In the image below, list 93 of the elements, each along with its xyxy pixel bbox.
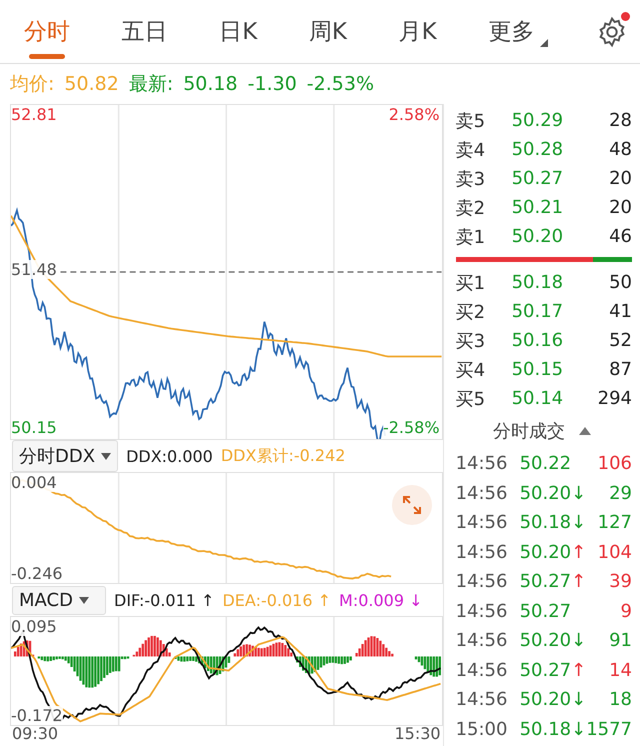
- trade-volume: 127: [598, 512, 632, 534]
- average-price-label: 均价:: [10, 72, 54, 97]
- order-volume: 294: [598, 388, 632, 409]
- order-volume: 87: [609, 359, 632, 380]
- chart-tab[interactable]: 周K: [304, 6, 352, 57]
- order-price: 50.14: [512, 388, 564, 409]
- order-volume: 41: [609, 301, 632, 322]
- trade-time: 14:56: [456, 571, 508, 592]
- trade-time: 14:56: [456, 660, 508, 681]
- order-volume: 20: [609, 168, 632, 189]
- order-level-label: 买5: [456, 388, 486, 410]
- chart-tab[interactable]: 更多: [484, 6, 552, 57]
- trade-time: 14:56: [456, 542, 508, 563]
- order-level-label: 卖2: [456, 196, 486, 220]
- order-volume: 20: [609, 197, 632, 218]
- order-price: 50.15: [512, 359, 564, 380]
- axis-label: 51.48: [11, 260, 57, 279]
- caret-up-icon: [578, 427, 591, 435]
- expand-icon: [402, 495, 422, 515]
- price-change: -1.30: [248, 73, 297, 95]
- trade-price: 50.20↓: [520, 689, 588, 710]
- caret-icon: [101, 452, 112, 460]
- order-level-label: 买4: [456, 358, 486, 382]
- ddx-total: DDX累计:-0.242: [220, 446, 346, 466]
- trade-time: 14:56: [456, 512, 508, 534]
- trade-volume: 91: [609, 630, 632, 652]
- order-level-label: 卖5: [456, 110, 486, 132]
- corner-caret-icon: [540, 39, 548, 47]
- chart-tab[interactable]: 五日: [118, 6, 172, 57]
- trade-volume: 14: [609, 660, 632, 681]
- trade-time: 15:00: [456, 718, 508, 740]
- order-level-label: 买1: [456, 272, 486, 294]
- trade-time: 14:56: [456, 689, 508, 710]
- order-volume: 28: [609, 110, 632, 131]
- ddx-value: DDX:0.000: [126, 446, 213, 466]
- trade-volume: 104: [598, 542, 632, 563]
- trade-price: 50.27: [520, 600, 572, 622]
- trade-volume: 9: [620, 600, 632, 622]
- order-price: 50.29: [512, 110, 564, 131]
- axis-label: -0.172: [11, 706, 63, 725]
- trade-price: 50.18↓: [520, 718, 586, 740]
- percent-change: -2.53%: [306, 73, 374, 95]
- trade-price: 50.20↓: [520, 482, 588, 504]
- trade-volume: 39: [609, 571, 632, 592]
- order-price: 50.20: [512, 226, 564, 247]
- order-level-label: 卖4: [456, 138, 486, 162]
- trade-price: 50.27↑: [520, 571, 588, 592]
- order-level-label: 买2: [456, 300, 486, 324]
- dif-value: DIF:-0.011 ↑: [114, 590, 214, 610]
- time-label: 09:30: [12, 726, 58, 738]
- trade-price: 50.20↑: [520, 542, 588, 563]
- time-label: 15:30: [394, 726, 441, 738]
- trade-volume: 29: [609, 482, 632, 504]
- axis-label: -2.58%: [382, 418, 440, 437]
- order-level-label: 卖1: [456, 226, 486, 248]
- order-volume: 48: [609, 139, 632, 160]
- trade-time: 14:56: [456, 600, 508, 622]
- order-volume: 50: [609, 272, 632, 293]
- chart-tab[interactable]: 月K: [394, 6, 441, 57]
- chart-tab[interactable]: 分时: [20, 6, 74, 57]
- trade-time: 14:56: [456, 482, 508, 504]
- latest-price-label: 最新:: [128, 72, 174, 97]
- trade-time: 14:56: [456, 630, 508, 652]
- order-price: 50.21: [512, 197, 564, 218]
- order-volume: 52: [609, 330, 632, 351]
- indicator-selector[interactable]: MACD: [12, 586, 106, 614]
- trade-price: 50.22: [520, 453, 572, 474]
- dea-value: DEA:-0.016 ↑: [222, 590, 332, 610]
- order-price: 50.17: [512, 301, 564, 322]
- trade-volume: 18: [609, 689, 632, 710]
- caret-icon: [78, 596, 89, 604]
- indicator-selector[interactable]: 分时DDX: [12, 440, 118, 472]
- axis-label: 0.095: [11, 617, 57, 636]
- order-level-label: 卖3: [456, 168, 486, 190]
- average-price: 50.82: [64, 73, 119, 95]
- chart-tab[interactable]: 日K: [215, 6, 262, 57]
- order-level-label: 买3: [456, 330, 486, 352]
- axis-label: 0.004: [11, 473, 57, 492]
- expand-button[interactable]: [392, 485, 432, 525]
- order-price: 50.16: [512, 330, 564, 351]
- trade-price: 50.27↑: [520, 660, 588, 681]
- latest-price: 50.18: [183, 73, 238, 95]
- trade-price: 50.20↓: [520, 630, 588, 652]
- order-volume: 46: [609, 226, 632, 247]
- trade-volume: 106: [598, 453, 632, 474]
- order-price: 50.28: [512, 139, 564, 160]
- trade-time: 14:56: [456, 453, 508, 474]
- trade-price: 50.18↓: [520, 512, 588, 534]
- trade-volume: 1577: [586, 718, 632, 740]
- order-price: 50.27: [512, 168, 564, 189]
- order-price: 50.18: [512, 272, 564, 293]
- trades-title: 分时成交: [492, 420, 565, 443]
- m-value: M:0.009 ↓: [339, 590, 423, 610]
